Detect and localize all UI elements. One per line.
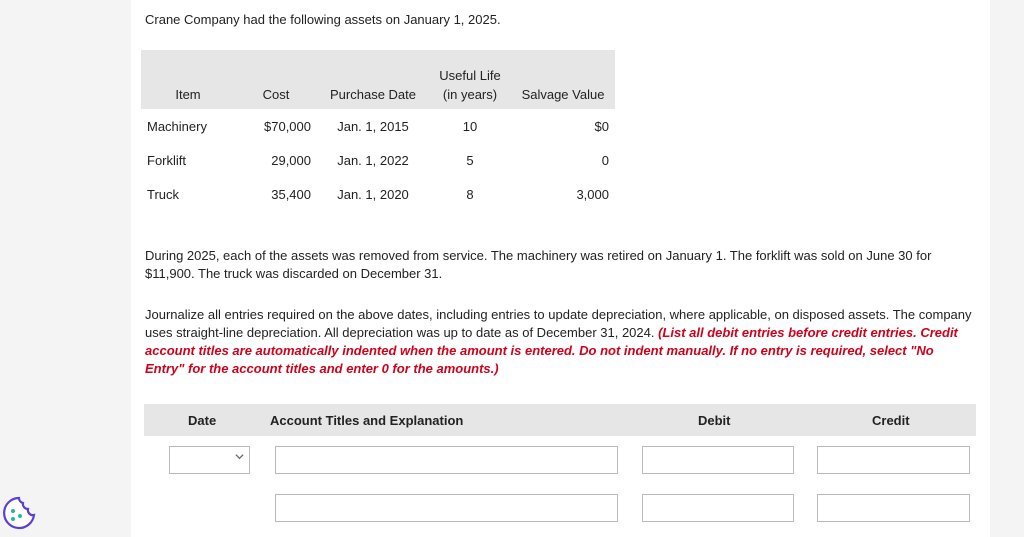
header-purchase-date: Purchase Date [317, 50, 429, 109]
credit-input[interactable] [817, 494, 970, 522]
question-panel: Crane Company had the following assets o… [131, 0, 990, 537]
cell-salvage-value: 0 [601, 152, 609, 168]
account-title-input[interactable] [275, 446, 618, 474]
cell-cost: $70,000 [264, 118, 311, 134]
header-debit: Debit [698, 413, 731, 428]
header-item: Item [141, 50, 235, 109]
cell-useful-life: 5 [466, 152, 474, 168]
chevron-down-icon [235, 452, 244, 464]
journalize-paragraph: Journalize all entries required on the a… [145, 306, 973, 378]
cell-salvage-value: 3,000 [576, 186, 609, 202]
cell-item: Forklift [147, 152, 186, 168]
date-select[interactable] [169, 446, 250, 474]
asset-table-header: Item Cost Purchase Date Useful Life (in … [141, 50, 615, 109]
table-row: Truck 35,400 Jan. 1, 2020 8 3,000 [141, 177, 615, 211]
debit-input[interactable] [642, 494, 794, 522]
account-title-input[interactable] [275, 494, 618, 522]
journal-header: Date Account Titles and Explanation Debi… [144, 404, 976, 436]
header-date: Date [188, 413, 217, 428]
cell-item: Machinery [147, 118, 207, 134]
disposal-paragraph: During 2025, each of the assets was remo… [145, 248, 932, 281]
cell-useful-life: 10 [462, 118, 478, 134]
header-cost: Cost [235, 50, 317, 109]
cell-purchase-date: Jan. 1, 2020 [337, 186, 409, 202]
header-credit: Credit [872, 413, 910, 428]
cell-cost: 35,400 [271, 186, 311, 202]
cell-cost: 29,000 [271, 152, 311, 168]
intro-text: Crane Company had the following assets o… [145, 12, 501, 27]
credit-input[interactable] [817, 446, 970, 474]
table-row: Forklift 29,000 Jan. 1, 2022 5 0 [141, 143, 615, 177]
cell-item: Truck [147, 186, 180, 202]
asset-table: Item Cost Purchase Date Useful Life (in … [141, 50, 615, 211]
header-useful-life: Useful Life (in years) [429, 50, 511, 109]
cell-salvage-value: $0 [594, 118, 609, 134]
cell-purchase-date: Jan. 1, 2015 [337, 118, 409, 134]
table-row: Machinery $70,000 Jan. 1, 2015 10 $0 [141, 109, 615, 143]
header-useful-life-line1: Useful Life [439, 68, 501, 83]
cookie-icon[interactable] [2, 496, 36, 530]
cell-useful-life: 8 [466, 186, 474, 202]
header-account-titles: Account Titles and Explanation [270, 413, 464, 428]
debit-input[interactable] [642, 446, 794, 474]
header-useful-life-line2: (in years) [442, 87, 498, 102]
header-salvage-value: Salvage Value [511, 50, 615, 109]
cell-purchase-date: Jan. 1, 2022 [337, 152, 409, 168]
